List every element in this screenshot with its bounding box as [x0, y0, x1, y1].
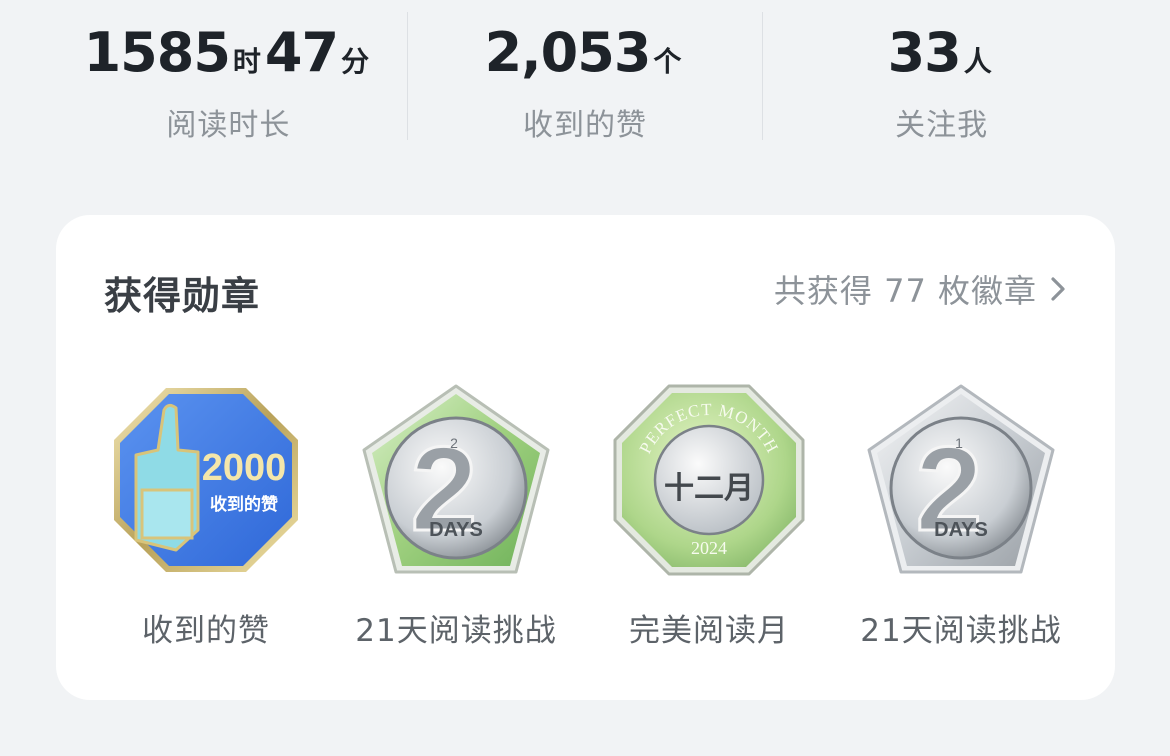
all-badges-link-label: 共获得 77 枚徽章	[773, 272, 1037, 310]
all-badges-link[interactable]: 共获得 77 枚徽章	[773, 269, 1067, 310]
badge-perfect-month[interactable]: PERFECT MONTH 十二月 2024 完美阅读月	[584, 380, 834, 649]
stat-hours: 1585	[83, 21, 231, 84]
stats-divider	[762, 12, 763, 140]
stat-likes-unit: 个	[653, 45, 682, 78]
stat-value: 33 人	[763, 22, 1120, 84]
stats-bar: 1585 时 47 分 阅读时长 2,053 个 收到的赞 33 人 关注我	[50, 0, 1120, 150]
badge-21-day-challenge-silver[interactable]: 2 1 DAYS 21天阅读挑战	[836, 380, 1086, 649]
badge-days-text: DAYS	[429, 519, 483, 541]
21-days-silver-badge-icon: 2 1 DAYS	[867, 384, 1055, 574]
badge-level: 2	[450, 435, 458, 451]
perfect-month-badge-icon: PERFECT MONTH 十二月 2024	[613, 384, 805, 576]
badges-card: 获得勋章 共获得 77 枚徽章 2000 收到的赞 收到的赞 2 2 DAYS …	[56, 215, 1115, 700]
stat-followers-count: 33	[887, 21, 962, 84]
stats-divider	[407, 12, 408, 140]
likes-badge-count: 2000	[202, 447, 287, 489]
stat-label: 阅读时长	[166, 108, 291, 143]
perfect-month-month: 十二月	[664, 471, 754, 506]
stat-label: 收到的赞	[523, 108, 647, 143]
badge-label: 21天阅读挑战	[355, 613, 557, 649]
badge-level: 1	[955, 435, 963, 451]
badge-label: 收到的赞	[142, 613, 270, 649]
stat-minutes: 47	[264, 21, 339, 84]
stat-label: 关注我	[895, 108, 989, 143]
badge-label: 21天阅读挑战	[860, 613, 1062, 649]
stat-hours-unit: 时	[232, 45, 261, 78]
likes-badge-icon: 2000 收到的赞	[114, 388, 298, 572]
badge-likes[interactable]: 2000 收到的赞 收到的赞	[81, 380, 331, 649]
perfect-month-year: 2024	[691, 538, 727, 558]
stat-value: 1585 时 47 分	[50, 22, 407, 84]
stat-followers[interactable]: 33 人 关注我	[763, 0, 1120, 150]
likes-badge-caption: 收到的赞	[210, 494, 278, 515]
stat-followers-unit: 人	[963, 45, 992, 78]
stat-value: 2,053 个	[407, 22, 764, 84]
21-days-badge-icon: 2 2 DAYS	[362, 384, 550, 574]
chevron-right-icon	[1051, 277, 1065, 301]
badge-days-text: DAYS	[934, 519, 988, 541]
badge-21-day-challenge[interactable]: 2 2 DAYS 21天阅读挑战	[331, 380, 581, 649]
stat-likes-count: 2,053	[484, 21, 652, 84]
card-title: 获得勋章	[104, 274, 261, 318]
badge-list: 2000 收到的赞 收到的赞 2 2 DAYS 21天阅读挑战 PERFECT …	[56, 380, 1115, 650]
stat-reading-time[interactable]: 1585 时 47 分 阅读时长	[50, 0, 407, 150]
badge-label: 完美阅读月	[629, 613, 789, 649]
stat-likes[interactable]: 2,053 个 收到的赞	[407, 0, 764, 150]
stat-minutes-unit: 分	[341, 45, 370, 78]
